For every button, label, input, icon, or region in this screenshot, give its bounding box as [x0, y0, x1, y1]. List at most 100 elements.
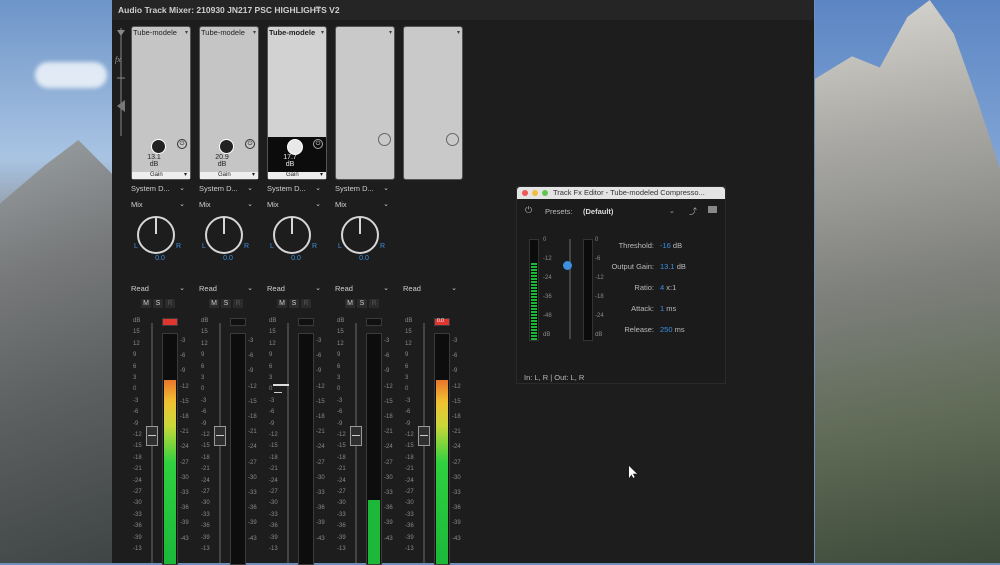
- minimize-button[interactable]: [532, 190, 538, 196]
- fx-name[interactable]: Tube-modele: [133, 28, 177, 37]
- volume-fader[interactable]: [350, 426, 362, 446]
- scale-tick-label: -21: [337, 466, 346, 473]
- mode-dropdown[interactable]: Mix ⌄: [131, 200, 187, 211]
- power-icon[interactable]: [446, 133, 459, 146]
- mode-dropdown[interactable]: Mix ⌄: [199, 200, 255, 211]
- pan-knob[interactable]: [205, 216, 243, 254]
- chevron-down-icon[interactable]: ▾: [320, 172, 323, 179]
- volume-fader[interactable]: [146, 426, 158, 446]
- gain-label[interactable]: Gain: [286, 172, 299, 179]
- mute-button[interactable]: M: [277, 299, 287, 308]
- power-icon[interactable]: ⏻: [177, 139, 187, 149]
- chevron-down-icon[interactable]: ▾: [184, 172, 187, 179]
- fx-slot[interactable]: Tube-modele ▾ ⏻ 13.1 dB Gain ▾: [131, 26, 191, 180]
- chevron-down-icon[interactable]: ▾: [252, 172, 255, 179]
- slot-dropdown-icon[interactable]: ▾: [185, 29, 188, 36]
- slot-dropdown-icon[interactable]: ▾: [389, 29, 392, 36]
- clip-indicator[interactable]: [162, 318, 178, 326]
- output-dropdown[interactable]: System D... ⌄: [199, 184, 255, 195]
- gain-label[interactable]: Gain: [150, 172, 163, 179]
- fx-slot[interactable]: Tube-modele ▾ ⏻ 20.9 dB Gain ▾: [199, 26, 259, 180]
- power-icon[interactable]: ⏻: [525, 205, 532, 216]
- volume-fader[interactable]: [418, 426, 430, 446]
- save-preset-icon[interactable]: [708, 206, 717, 213]
- slot-dropdown-icon[interactable]: ▾: [321, 29, 324, 36]
- volume-fader[interactable]: [273, 384, 289, 393]
- power-icon[interactable]: [378, 133, 391, 146]
- pan-value[interactable]: 0.0: [335, 255, 393, 262]
- close-button[interactable]: [522, 190, 528, 196]
- mute-button[interactable]: M: [141, 299, 151, 308]
- scale-tick-label: 6: [201, 363, 205, 370]
- output-dropdown[interactable]: System D... ⌄: [335, 184, 391, 195]
- fx-editor-header: ⏻ Presets: (Default) ⌄ ⤴: [517, 205, 725, 219]
- param-value[interactable]: 1 ms: [660, 304, 676, 313]
- automation-dropdown[interactable]: Read ⌄: [199, 284, 255, 295]
- scale-tick-label: -15: [384, 398, 393, 405]
- threshold-slider-handle[interactable]: [563, 261, 572, 270]
- pan-value[interactable]: 0.0: [199, 255, 257, 262]
- fx-name[interactable]: Tube-modele: [201, 28, 245, 37]
- hamburger-menu-icon[interactable]: ≡: [315, 4, 321, 15]
- threshold-slider-track[interactable]: [569, 239, 571, 339]
- gain-knob[interactable]: [287, 139, 303, 155]
- scale-tick-label: 12: [269, 340, 276, 347]
- param-value[interactable]: 4 x:1: [660, 283, 676, 292]
- pan-knob[interactable]: [341, 216, 379, 254]
- pan-knob[interactable]: [137, 216, 175, 254]
- param-value[interactable]: -16 dB: [660, 241, 682, 250]
- power-icon[interactable]: ⏻: [313, 139, 323, 149]
- record-button[interactable]: R: [301, 299, 311, 308]
- pan-value[interactable]: 0.0: [131, 255, 189, 262]
- automation-dropdown[interactable]: Read ⌄: [403, 284, 459, 295]
- scale-tick-label: -13: [405, 546, 414, 552]
- presets-dropdown[interactable]: (Default): [583, 207, 613, 216]
- clip-indicator[interactable]: [366, 318, 382, 326]
- clip-indicator[interactable]: [230, 318, 246, 326]
- solo-button[interactable]: S: [153, 299, 163, 308]
- record-button[interactable]: R: [369, 299, 379, 308]
- pan-knob[interactable]: [273, 216, 311, 254]
- fader-track[interactable]: [287, 323, 289, 563]
- automation-dropdown[interactable]: Read ⌄: [267, 284, 323, 295]
- mute-button[interactable]: M: [209, 299, 219, 308]
- fx-name[interactable]: Tube-modele: [269, 28, 315, 37]
- solo-button[interactable]: S: [357, 299, 367, 308]
- chevron-down-icon[interactable]: ⌄: [669, 207, 675, 215]
- output-dropdown[interactable]: System D... ⌄: [131, 184, 187, 195]
- route-icon[interactable]: ⤴: [689, 206, 697, 217]
- fx-editor-titlebar[interactable]: Track Fx Editor - Tube-modeled Compresso…: [517, 187, 725, 199]
- scale-tick-label: -36: [405, 523, 414, 530]
- fx-slot-selected[interactable]: Tube-modele ▾ ⏻ 17.7 dB Gain ▾: [267, 26, 327, 180]
- power-icon[interactable]: ⏻: [245, 139, 255, 149]
- volume-fader[interactable]: [214, 426, 226, 446]
- automation-dropdown[interactable]: Read ⌄: [131, 284, 187, 295]
- mode-dropdown[interactable]: Mix ⌄: [267, 200, 323, 211]
- clip-indicator[interactable]: 0.0: [434, 318, 450, 326]
- mode-dropdown[interactable]: Mix ⌄: [335, 200, 391, 211]
- pan-value[interactable]: 0.0: [267, 255, 325, 262]
- param-value[interactable]: 13.1 dB: [660, 262, 686, 271]
- scale-tick-label: -3: [316, 338, 322, 344]
- scale-tick-label: -21: [384, 429, 393, 436]
- scale-tick-label: dB: [337, 318, 345, 324]
- automation-dropdown[interactable]: Read ⌄: [335, 284, 391, 295]
- slot-dropdown-icon[interactable]: ▾: [253, 29, 256, 36]
- record-button[interactable]: R: [233, 299, 243, 308]
- mute-button[interactable]: M: [345, 299, 355, 308]
- slot-dropdown-icon[interactable]: ▾: [457, 29, 460, 36]
- clip-indicator[interactable]: [298, 318, 314, 326]
- scale-tick-label: -6: [316, 353, 322, 360]
- scale-tick-label: dB: [405, 318, 413, 324]
- maximize-button[interactable]: [542, 190, 548, 196]
- solo-button[interactable]: S: [221, 299, 231, 308]
- gain-label[interactable]: Gain: [218, 172, 231, 179]
- fx-slot-empty[interactable]: ▾: [403, 26, 463, 180]
- gain-knob[interactable]: [219, 139, 234, 154]
- record-button[interactable]: R: [165, 299, 175, 308]
- param-value[interactable]: 250 ms: [660, 325, 685, 334]
- solo-button[interactable]: S: [289, 299, 299, 308]
- gain-knob[interactable]: [151, 139, 166, 154]
- fx-slot-empty[interactable]: ▾: [335, 26, 395, 180]
- output-dropdown[interactable]: System D... ⌄: [267, 184, 323, 195]
